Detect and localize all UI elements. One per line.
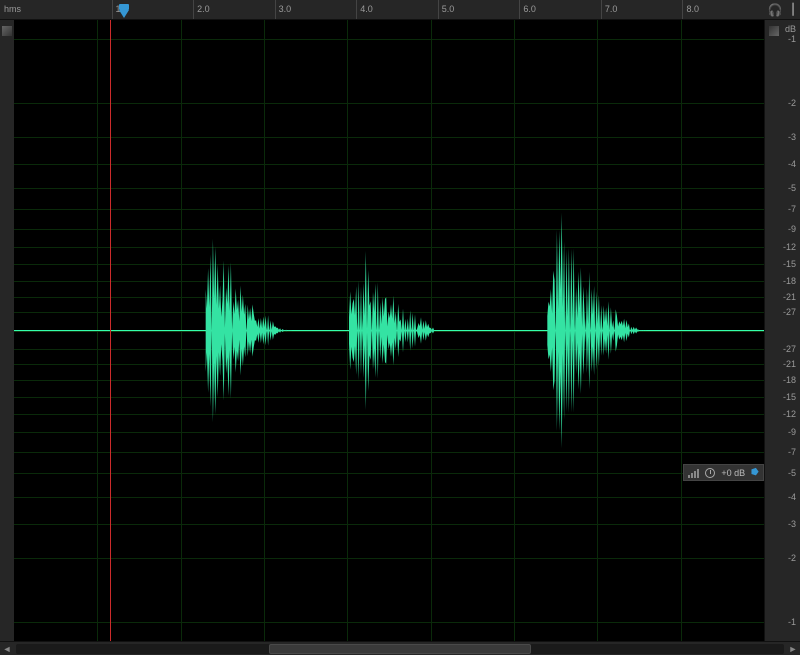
db-tick: -7 xyxy=(788,447,796,457)
ruler-tick: 7.0 xyxy=(601,0,618,19)
gain-readout: +0 dB xyxy=(721,468,745,478)
scroll-right-arrow[interactable]: ► xyxy=(786,644,800,654)
scroll-left-arrow[interactable]: ◄ xyxy=(0,644,14,654)
db-tick: -1 xyxy=(788,34,796,44)
ruler-tick: 5.0 xyxy=(438,0,455,19)
db-tick: -4 xyxy=(788,159,796,169)
db-tick: -15 xyxy=(783,392,796,402)
db-tick: -18 xyxy=(783,276,796,286)
editor-main: +0 dB ⭓ dB -1 -2 -3 -4 -5 -7 -9 -12 -15 -18 -21 -27… xyxy=(0,20,800,641)
db-tick: -21 xyxy=(783,359,796,369)
waveform-canvas[interactable]: +0 dB ⭓ xyxy=(14,20,764,641)
ruler-tick: 2.0 xyxy=(193,0,210,19)
db-tick: -15 xyxy=(783,259,796,269)
ruler-track[interactable]: 1.02.03.04.05.06.07.08.09.0 xyxy=(30,0,764,19)
db-tick: -9 xyxy=(788,224,796,234)
waveform-svg xyxy=(14,20,764,641)
ruler-tick: 4.0 xyxy=(356,0,373,19)
amplitude-gradient-icon[interactable] xyxy=(769,26,779,36)
level-bars-icon xyxy=(688,468,699,478)
time-unit-label: hms xyxy=(0,0,30,19)
db-tick: -18 xyxy=(783,375,796,385)
db-tick: -3 xyxy=(788,132,796,142)
ruler-right-icons: 🎧 ┃ xyxy=(764,0,800,19)
db-tick: -27 xyxy=(783,344,796,354)
pin-icon[interactable]: ⭓ xyxy=(751,467,759,478)
audio-editor: hms 1.02.03.04.05.06.07.08.09.0 🎧 ┃ +0 d… xyxy=(0,0,800,655)
scrollbar-thumb[interactable] xyxy=(269,644,530,654)
db-tick: -3 xyxy=(788,519,796,529)
timeline-ruler[interactable]: hms 1.02.03.04.05.06.07.08.09.0 🎧 ┃ xyxy=(0,0,800,20)
playhead-marker[interactable] xyxy=(119,10,129,18)
db-tick: -12 xyxy=(783,409,796,419)
db-tick: -2 xyxy=(788,553,796,563)
db-tick: -5 xyxy=(788,183,796,193)
scrollbar-track[interactable] xyxy=(16,644,784,654)
db-tick: -21 xyxy=(783,292,796,302)
db-tick: -12 xyxy=(783,242,796,252)
db-tick: -27 xyxy=(783,307,796,317)
horizontal-scrollbar[interactable]: ◄ ► xyxy=(0,641,800,655)
headphones-icon[interactable]: 🎧 xyxy=(768,3,783,17)
left-gutter xyxy=(0,20,14,641)
playhead-line[interactable] xyxy=(110,20,111,641)
db-tick: -4 xyxy=(788,492,796,502)
ruler-tick: 3.0 xyxy=(275,0,292,19)
mic-icon[interactable]: ┃ xyxy=(790,3,797,16)
db-scale[interactable]: dB -1 -2 -3 -4 -5 -7 -9 -12 -15 -18 -21 -27 -27 -21 -1… xyxy=(764,20,800,641)
gain-hud[interactable]: +0 dB ⭓ xyxy=(683,464,764,481)
amplitude-gradient-icon[interactable] xyxy=(2,26,12,36)
db-unit-label: dB xyxy=(785,24,796,34)
clock-icon xyxy=(705,468,715,478)
db-tick: -5 xyxy=(788,468,796,478)
db-tick: -1 xyxy=(788,617,796,627)
db-tick: -2 xyxy=(788,98,796,108)
ruler-tick: 6.0 xyxy=(519,0,536,19)
ruler-tick: 8.0 xyxy=(682,0,699,19)
db-tick: -9 xyxy=(788,427,796,437)
db-tick: -7 xyxy=(788,204,796,214)
